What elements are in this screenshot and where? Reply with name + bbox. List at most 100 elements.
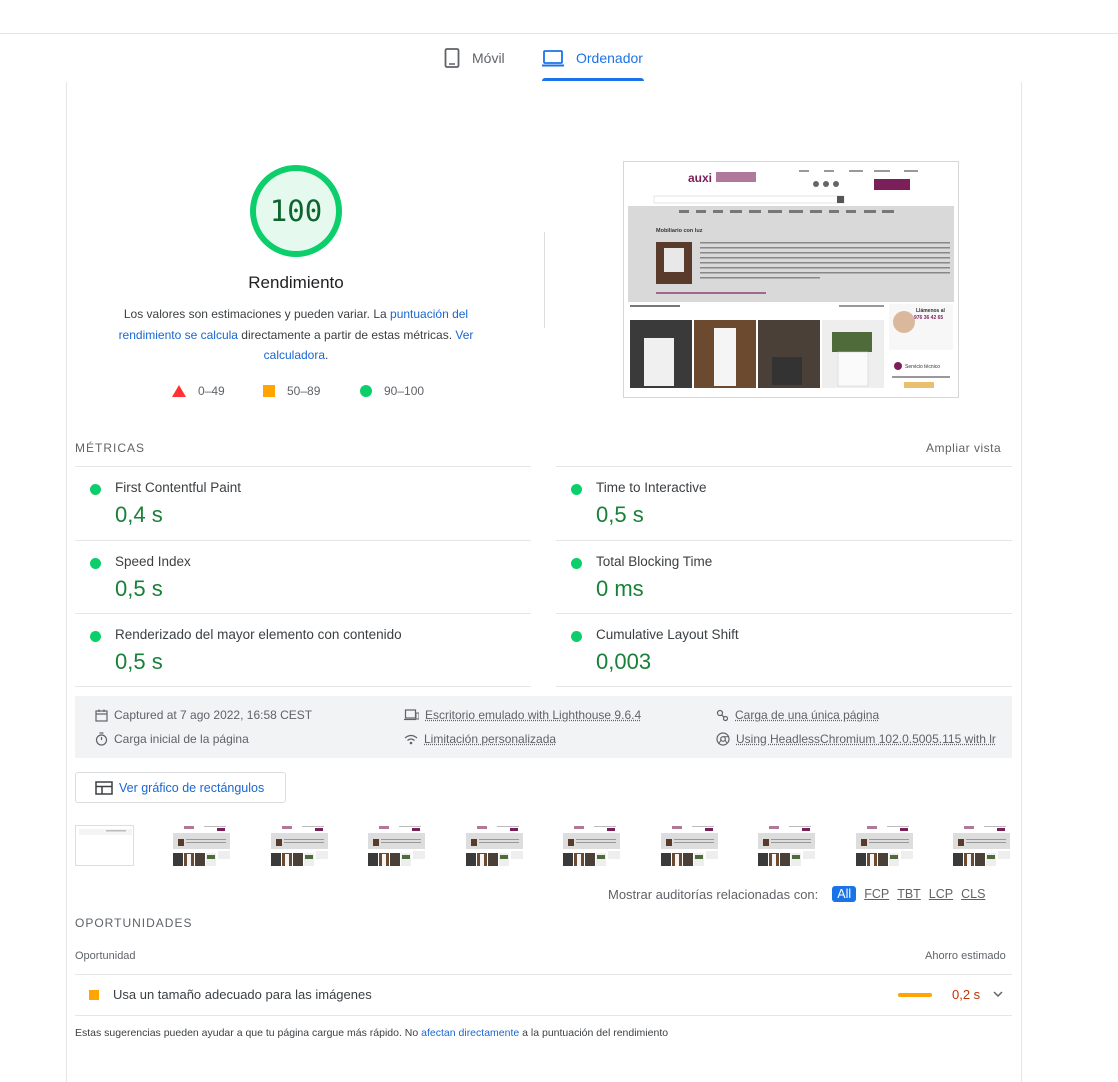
chevron-down-icon[interactable] bbox=[993, 987, 1003, 1001]
tab-mobile[interactable]: Móvil bbox=[444, 34, 505, 82]
footnote-link[interactable]: afectan directamente bbox=[421, 1027, 519, 1039]
tab-desktop-label: Ordenador bbox=[576, 50, 643, 66]
filmstrip-frame bbox=[367, 825, 426, 866]
pass-circle-icon bbox=[90, 631, 101, 642]
performance-title: Rendimiento bbox=[248, 273, 344, 292]
savings-bar bbox=[898, 993, 932, 997]
pass-circle-icon bbox=[90, 484, 101, 495]
desc-text-2: directamente a partir de estas métricas. bbox=[237, 327, 456, 342]
filter-chip-tbt[interactable]: TBT bbox=[897, 887, 921, 901]
triangle-icon bbox=[172, 385, 186, 397]
emulated-device-text: Escritorio emulado with Lighthouse 9.6.4 bbox=[425, 708, 642, 722]
metric-speed-index: Speed Index 0,5 s bbox=[75, 540, 531, 614]
active-tab-indicator bbox=[542, 78, 644, 81]
captured-at-text: Captured at 7 ago 2022, 16:58 CEST bbox=[114, 708, 313, 722]
site-service: Servicio técnico bbox=[905, 364, 940, 370]
legend-pass-label: 90–100 bbox=[384, 384, 425, 398]
calendar-icon bbox=[95, 709, 108, 722]
desc-text-1: Los valores son estimaciones y pueden va… bbox=[123, 307, 391, 321]
site-logo: auxi bbox=[688, 171, 712, 185]
audit-filter: Mostrar auditorías relacionadas con: All… bbox=[608, 884, 985, 904]
metric-value: 0 ms bbox=[596, 576, 644, 601]
expand-view-toggle[interactable]: Ampliar vista bbox=[926, 441, 1001, 455]
legend-fail: 0–49 bbox=[172, 383, 225, 399]
pass-circle-icon bbox=[571, 631, 582, 642]
single-page-text: Carga de una única página bbox=[735, 708, 880, 722]
website-preview-image: auxi Mobiliario con luz Llámenos al 976 … bbox=[624, 162, 958, 397]
metric-value: 0,5 s bbox=[115, 649, 163, 674]
runtime-settings bbox=[75, 696, 1012, 758]
pass-circle-icon bbox=[571, 484, 582, 495]
metric-name: Time to Interactive bbox=[596, 480, 707, 495]
filmstrip-frame bbox=[660, 825, 719, 866]
browser-version[interactable]: Using HeadlessChromium 102.0.5005.115 wi… bbox=[716, 732, 996, 746]
vertical-divider bbox=[544, 232, 545, 328]
opportunity-column-header: Oportunidad bbox=[75, 950, 136, 962]
audit-filter-label: Mostrar auditorías relacionadas con: bbox=[608, 886, 819, 902]
savings-value: 0,2 s bbox=[952, 987, 981, 1002]
legend-average-label: 50–89 bbox=[287, 384, 321, 398]
table-divider bbox=[75, 974, 1012, 975]
stopwatch-icon bbox=[95, 732, 108, 746]
person-icon bbox=[716, 709, 729, 721]
opportunity-label: Usa un tamaño adecuado para las imágenes bbox=[113, 987, 372, 1002]
pass-circle-icon bbox=[90, 558, 101, 569]
filmstrip-frame bbox=[562, 825, 621, 866]
chrome-icon bbox=[716, 732, 730, 746]
table-divider bbox=[75, 1015, 1012, 1016]
filmstrip-frame bbox=[952, 825, 1011, 866]
metric-value: 0,4 s bbox=[115, 502, 163, 527]
filmstrip-frame bbox=[855, 825, 914, 866]
filter-chip-all[interactable]: All bbox=[832, 886, 857, 902]
metric-value: 0,003 bbox=[596, 649, 652, 674]
metric-divider bbox=[556, 686, 1012, 687]
metric-fcp: First Contentful Paint 0,4 s bbox=[75, 466, 531, 540]
square-icon bbox=[263, 385, 275, 397]
metric-name: Speed Index bbox=[115, 554, 191, 569]
throttling[interactable]: Limitación personalizada bbox=[404, 732, 556, 746]
site-phone: 976 36 42 65 bbox=[914, 315, 943, 321]
metric-name: Renderizado del mayor elemento con conte… bbox=[115, 627, 402, 642]
metric-value: 0,5 s bbox=[115, 576, 163, 601]
opportunities-footnote: Estas sugerencias pueden ayudar a que tu… bbox=[75, 1027, 668, 1039]
metric-name: Cumulative Layout Shift bbox=[596, 627, 739, 642]
filmstrip-frame bbox=[270, 825, 329, 866]
circle-icon bbox=[360, 385, 372, 397]
metric-tbt: Total Blocking Time 0 ms bbox=[556, 540, 1012, 614]
metrics-section-title: MÉTRICAS bbox=[75, 441, 146, 455]
legend-fail-label: 0–49 bbox=[198, 384, 225, 398]
emulated-device[interactable]: Escritorio emulado with Lighthouse 9.6.4 bbox=[404, 708, 641, 722]
view-treemap-button[interactable]: Ver gráfico de rectángulos bbox=[75, 772, 286, 803]
view-treemap-label: Ver gráfico de rectángulos bbox=[119, 780, 265, 795]
device-tabs: Móvil Ordenador bbox=[0, 34, 1118, 82]
smartphone-icon bbox=[444, 48, 460, 68]
desc-text-3: . bbox=[325, 348, 329, 362]
filter-chip-cls[interactable]: CLS bbox=[961, 887, 985, 901]
filter-chip-lcp[interactable]: LCP bbox=[929, 887, 953, 901]
opportunities-section-title: OPORTUNIDADES bbox=[75, 916, 193, 930]
filter-chip-fcp[interactable]: FCP bbox=[864, 887, 889, 901]
filmstrip-frame bbox=[465, 825, 524, 866]
filmstrip-frame bbox=[75, 825, 134, 866]
metric-tti: Time to Interactive 0,5 s bbox=[556, 466, 1012, 540]
wifi-icon bbox=[404, 734, 418, 744]
performance-description: Los valores son estimaciones y pueden va… bbox=[112, 304, 480, 366]
legend-average: 50–89 bbox=[263, 383, 320, 399]
metric-name: Total Blocking Time bbox=[596, 554, 713, 569]
metric-name: First Contentful Paint bbox=[115, 480, 242, 495]
browser-version-text: Using HeadlessChromium 102.0.5005.115 wi… bbox=[736, 732, 996, 746]
performance-score: 100 bbox=[269, 194, 323, 228]
footnote-text-1: Estas sugerencias pueden ayudar a que tu… bbox=[75, 1027, 422, 1039]
tab-desktop[interactable]: Ordenador bbox=[542, 34, 643, 82]
savings-column-header: Ahorro estimado bbox=[925, 950, 1006, 962]
initial-load: Carga inicial de la página bbox=[95, 732, 249, 746]
laptop-icon bbox=[542, 50, 564, 67]
metric-value: 0,5 s bbox=[596, 502, 644, 527]
site-heading: Mobiliario con luz bbox=[656, 228, 703, 234]
legend-pass: 90–100 bbox=[360, 383, 424, 399]
single-page-load[interactable]: Carga de una única página bbox=[716, 708, 879, 722]
laptop-icon bbox=[404, 709, 419, 721]
average-square-icon bbox=[89, 990, 99, 1000]
filmstrip-frame bbox=[757, 825, 816, 866]
pass-circle-icon bbox=[571, 558, 582, 569]
